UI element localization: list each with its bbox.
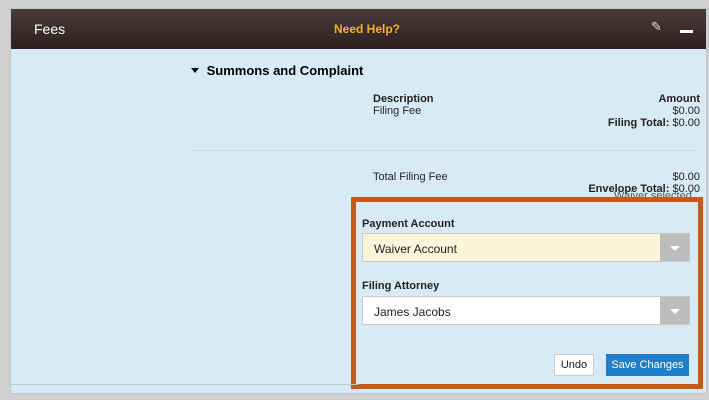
fees-header: Fees Need Help? ✎ <box>11 9 706 49</box>
filing-fee-label: Filing Fee <box>373 105 422 117</box>
total-filing-fee-label: Total Filing Fee <box>373 171 448 183</box>
total-filing-fee-amount: $0.00 <box>672 171 700 183</box>
caret-down-icon <box>191 68 199 73</box>
chevron-down-icon[interactable] <box>660 234 689 261</box>
bottom-border <box>10 384 358 385</box>
chevron-down-icon[interactable] <box>660 297 689 324</box>
amount-header: Amount <box>658 93 700 105</box>
need-help-link[interactable]: Need Help? <box>334 22 400 36</box>
edit-icon[interactable]: ✎ <box>651 20 665 34</box>
filing-total: Filing Total: $0.00 <box>520 117 700 129</box>
payment-account-label: Payment Account <box>362 218 455 230</box>
undo-button[interactable]: Undo <box>554 354 594 376</box>
divider <box>190 150 698 151</box>
save-changes-button[interactable]: Save Changes <box>606 354 689 376</box>
section-toggle[interactable]: Summons and Complaint <box>191 63 363 78</box>
filing-attorney-label: Filing Attorney <box>362 280 440 292</box>
filing-attorney-value: James Jacobs <box>374 305 451 319</box>
payment-account-value: Waiver Account <box>374 242 457 256</box>
filing-attorney-select[interactable]: James Jacobs <box>362 296 690 325</box>
panel-title: Fees <box>34 21 66 37</box>
section-title: Summons and Complaint <box>206 63 364 78</box>
filing-total-label: Filing Total: <box>607 117 670 129</box>
description-header: Description <box>373 93 434 105</box>
filing-fee-amount: $0.00 <box>672 105 700 117</box>
payment-account-select[interactable]: Waiver Account <box>362 233 690 262</box>
filing-total-value: $0.00 <box>672 117 700 129</box>
collapse-icon[interactable] <box>673 21 701 39</box>
